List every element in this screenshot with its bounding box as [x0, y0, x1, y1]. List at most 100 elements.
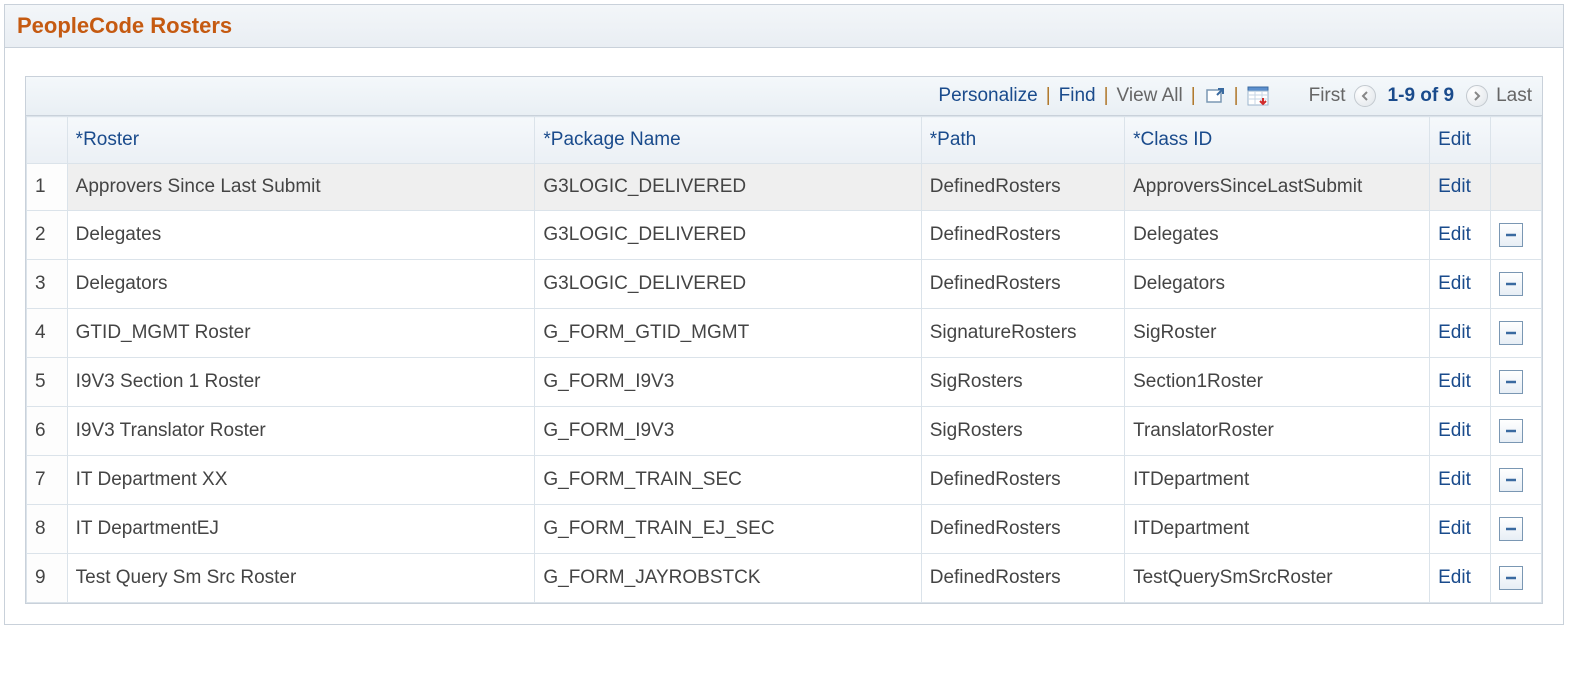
delete-row-button[interactable]	[1499, 468, 1523, 492]
table-row: 7IT Department XXG_FORM_TRAIN_SECDefined…	[27, 456, 1542, 505]
delete-row-button[interactable]	[1499, 517, 1523, 541]
col-package-label: Package Name	[551, 129, 681, 150]
edit-link[interactable]: Edit	[1438, 567, 1471, 588]
col-package[interactable]: *Package Name	[535, 117, 921, 164]
col-rownum	[27, 117, 68, 164]
cell-roster: I9V3 Section 1 Roster	[67, 358, 535, 407]
row-number: 4	[27, 309, 68, 358]
cell-delete	[1491, 211, 1542, 260]
cell-edit: Edit	[1430, 456, 1491, 505]
edit-link[interactable]: Edit	[1438, 176, 1471, 197]
cell-classid: Delegators	[1125, 260, 1430, 309]
cell-package: G_FORM_JAYROBSTCK	[535, 554, 921, 603]
col-path[interactable]: *Path	[921, 117, 1124, 164]
table-row: 3DelegatorsG3LOGIC_DELIVEREDDefinedRoste…	[27, 260, 1542, 309]
cell-edit: Edit	[1430, 554, 1491, 603]
col-classid[interactable]: *Class ID	[1125, 117, 1430, 164]
cell-package: G_FORM_I9V3	[535, 358, 921, 407]
cell-edit: Edit	[1430, 309, 1491, 358]
cell-path: SigRosters	[921, 358, 1124, 407]
separator: |	[1046, 85, 1051, 107]
delete-row-button[interactable]	[1499, 566, 1523, 590]
table-row: 2DelegatesG3LOGIC_DELIVEREDDefinedRoster…	[27, 211, 1542, 260]
cell-path: DefinedRosters	[921, 164, 1124, 211]
table-row: 1Approvers Since Last SubmitG3LOGIC_DELI…	[27, 164, 1542, 211]
cell-package: G_FORM_TRAIN_SEC	[535, 456, 921, 505]
table-row: 8IT DepartmentEJG_FORM_TRAIN_EJ_SECDefin…	[27, 505, 1542, 554]
cell-package: G3LOGIC_DELIVERED	[535, 164, 921, 211]
cell-roster: IT DepartmentEJ	[67, 505, 535, 554]
separator: |	[1104, 85, 1109, 107]
cell-delete	[1491, 407, 1542, 456]
row-number: 6	[27, 407, 68, 456]
cell-path: SignatureRosters	[921, 309, 1124, 358]
separator: |	[1234, 85, 1239, 107]
cell-path: DefinedRosters	[921, 505, 1124, 554]
cell-edit: Edit	[1430, 164, 1491, 211]
table-row: 6I9V3 Translator RosterG_FORM_I9V3SigRos…	[27, 407, 1542, 456]
row-number: 3	[27, 260, 68, 309]
download-icon[interactable]	[1247, 85, 1269, 107]
cell-roster: I9V3 Translator Roster	[67, 407, 535, 456]
personalize-link[interactable]: Personalize	[938, 85, 1037, 107]
cell-path: SigRosters	[921, 407, 1124, 456]
cell-roster: Delegators	[67, 260, 535, 309]
cell-package: G_FORM_TRAIN_EJ_SEC	[535, 505, 921, 554]
cell-path: DefinedRosters	[921, 456, 1124, 505]
edit-link[interactable]: Edit	[1438, 224, 1471, 245]
cell-roster: GTID_MGMT Roster	[67, 309, 535, 358]
cell-delete	[1491, 309, 1542, 358]
first-link[interactable]: First	[1309, 85, 1346, 107]
cell-delete	[1491, 505, 1542, 554]
table-row: 5I9V3 Section 1 RosterG_FORM_I9V3SigRost…	[27, 358, 1542, 407]
panel-body: Personalize | Find | View All | |	[5, 48, 1563, 624]
prev-page-button[interactable]	[1354, 85, 1376, 107]
separator: |	[1191, 85, 1196, 107]
cell-package: G3LOGIC_DELIVERED	[535, 211, 921, 260]
cell-classid: ApproversSinceLastSubmit	[1125, 164, 1430, 211]
last-link[interactable]: Last	[1496, 85, 1532, 107]
cell-edit: Edit	[1430, 358, 1491, 407]
find-link[interactable]: Find	[1059, 85, 1096, 107]
table-row: 4GTID_MGMT RosterG_FORM_GTID_MGMTSignatu…	[27, 309, 1542, 358]
edit-link[interactable]: Edit	[1438, 371, 1471, 392]
cell-delete	[1491, 554, 1542, 603]
delete-row-button[interactable]	[1499, 370, 1523, 394]
table-row: 9Test Query Sm Src RosterG_FORM_JAYROBST…	[27, 554, 1542, 603]
col-edit: Edit	[1430, 117, 1491, 164]
cell-classid: Delegates	[1125, 211, 1430, 260]
cell-delete	[1491, 358, 1542, 407]
edit-link[interactable]: Edit	[1438, 469, 1471, 490]
next-page-button[interactable]	[1466, 85, 1488, 107]
cell-path: DefinedRosters	[921, 554, 1124, 603]
delete-row-button[interactable]	[1499, 272, 1523, 296]
panel-title: PeopleCode Rosters	[5, 5, 1563, 48]
row-number: 1	[27, 164, 68, 211]
cell-roster: Approvers Since Last Submit	[67, 164, 535, 211]
row-number: 5	[27, 358, 68, 407]
edit-link[interactable]: Edit	[1438, 322, 1471, 343]
cell-edit: Edit	[1430, 211, 1491, 260]
cell-package: G3LOGIC_DELIVERED	[535, 260, 921, 309]
edit-link[interactable]: Edit	[1438, 420, 1471, 441]
delete-row-button[interactable]	[1499, 321, 1523, 345]
col-roster[interactable]: *Roster	[67, 117, 535, 164]
row-number: 9	[27, 554, 68, 603]
cell-edit: Edit	[1430, 260, 1491, 309]
view-all-link[interactable]: View All	[1117, 85, 1183, 107]
delete-row-button[interactable]	[1499, 419, 1523, 443]
cell-path: DefinedRosters	[921, 260, 1124, 309]
edit-link[interactable]: Edit	[1438, 518, 1471, 539]
cell-roster: IT Department XX	[67, 456, 535, 505]
panel-peoplecode-rosters: PeopleCode Rosters Personalize | Find | …	[4, 4, 1564, 625]
cell-edit: Edit	[1430, 505, 1491, 554]
cell-roster: Test Query Sm Src Roster	[67, 554, 535, 603]
delete-row-button[interactable]	[1499, 223, 1523, 247]
row-range: 1-9 of 9	[1384, 85, 1459, 107]
edit-link[interactable]: Edit	[1438, 273, 1471, 294]
cell-package: G_FORM_GTID_MGMT	[535, 309, 921, 358]
row-number: 8	[27, 505, 68, 554]
col-delete	[1491, 117, 1542, 164]
zoom-icon[interactable]	[1204, 85, 1226, 107]
rosters-grid: *Roster *Package Name *Path *Class ID Ed…	[26, 116, 1542, 603]
